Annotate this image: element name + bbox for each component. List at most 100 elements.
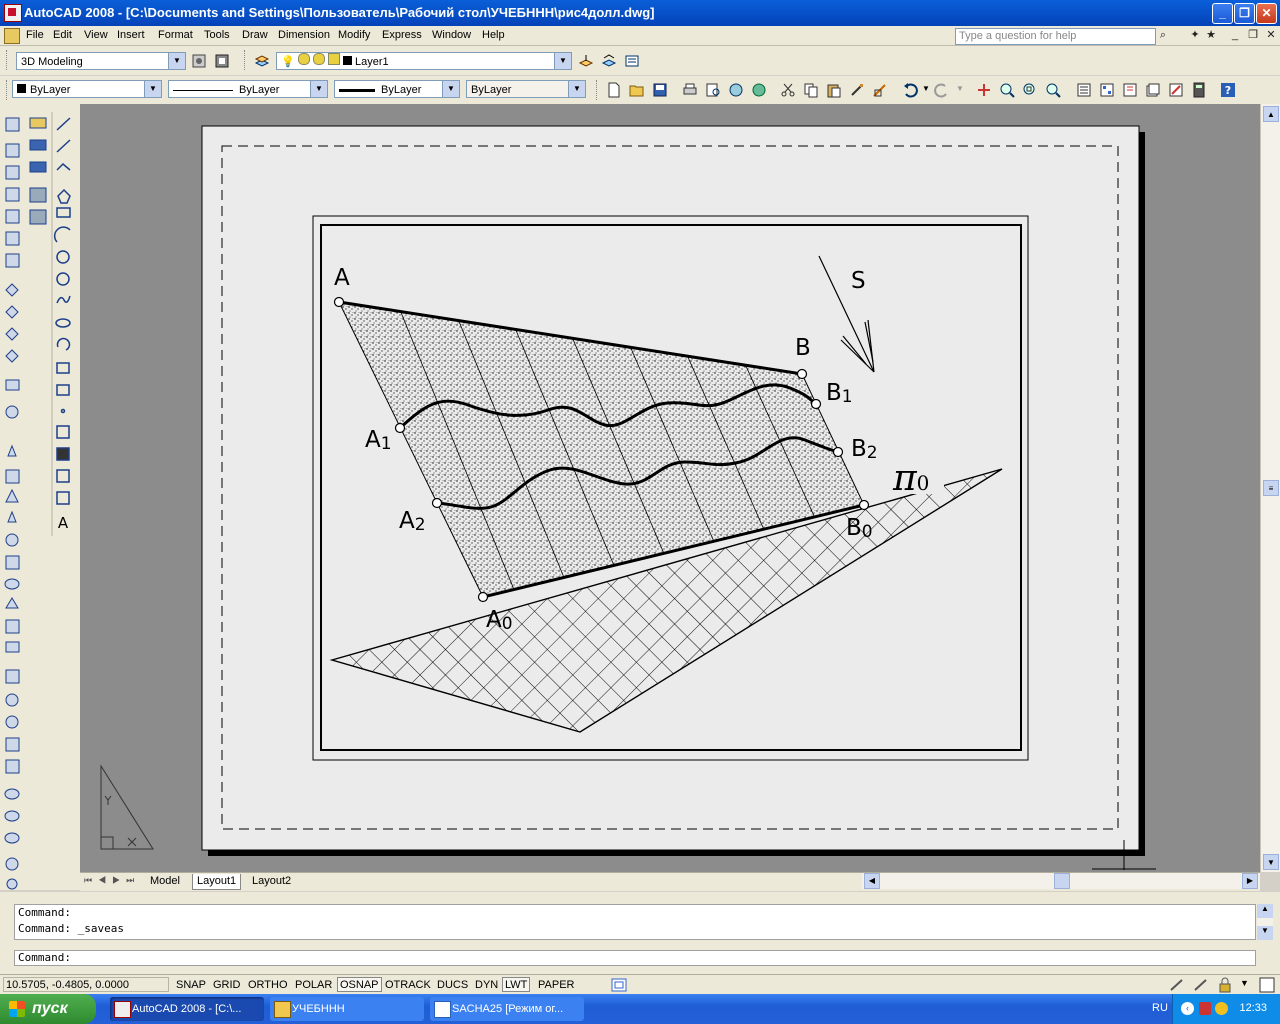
grid-toggle[interactable]: GRID [210, 977, 244, 992]
menu-help[interactable]: Help [482, 29, 505, 41]
tab-model[interactable]: Model [146, 874, 184, 889]
status-menu-chevron-icon[interactable]: ▼ [1240, 978, 1249, 988]
lineweight-control-select[interactable]: ByLayer ▼ [334, 80, 460, 98]
clock[interactable]: 12:33 [1239, 1002, 1267, 1014]
tab-nav-arrows-icon[interactable]: ⏮◀▶⏭ [84, 875, 140, 886]
security-alert-icon[interactable] [1215, 1002, 1228, 1015]
properties-icon[interactable] [1076, 82, 1092, 98]
tool-palettes-icon[interactable] [1122, 82, 1138, 98]
help-search-input[interactable]: Type a question for help [955, 28, 1156, 45]
drawing-area[interactable]: A B S A1 B1 A2 B2 A0 B0 π0 [80, 104, 1260, 872]
task-autocad[interactable]: AutoCAD 2008 - [C:\... [110, 997, 264, 1021]
autocad-app-icon[interactable] [4, 4, 22, 22]
vertical-scrollbar[interactable]: ▲ ≡ ▼ [1260, 104, 1280, 872]
minimize-button[interactable]: _ [1212, 3, 1233, 24]
paste-icon[interactable] [826, 82, 842, 98]
horizontal-scroll-thumb[interactable] [1054, 873, 1070, 889]
help-icon[interactable]: ? [1220, 82, 1236, 98]
workspace-select[interactable]: 3D Modeling ▼ [16, 52, 186, 70]
antivirus-icon[interactable] [1199, 1002, 1211, 1015]
ducs-toggle[interactable]: DUCS [434, 977, 471, 992]
menu-dimension[interactable]: Dimension [278, 29, 330, 41]
layer-properties-icon[interactable] [254, 53, 270, 69]
tab-layout1[interactable]: Layout1 [192, 874, 242, 890]
menu-view[interactable]: View [84, 29, 108, 41]
block-editor-icon[interactable] [872, 82, 888, 98]
communication-center-icon[interactable]: ✦ [1188, 28, 1202, 42]
annotation-scale-icon[interactable] [1168, 977, 1186, 993]
menu-file[interactable]: File [26, 29, 44, 41]
language-indicator[interactable]: RU [1152, 1002, 1168, 1014]
make-object-layer-current-icon[interactable] [578, 53, 594, 69]
workspace-icon[interactable] [214, 53, 230, 69]
otrack-toggle[interactable]: OTRACK [382, 977, 434, 992]
layer-previous-icon[interactable] [601, 53, 617, 69]
layer-select[interactable]: 💡 Layer1 ▼ [276, 52, 572, 70]
command-input[interactable]: Command: [14, 950, 1256, 966]
undo-dropdown-icon[interactable]: ▼ [922, 84, 930, 93]
menu-tools[interactable]: Tools [204, 29, 230, 41]
close-button[interactable]: ✕ [1256, 3, 1277, 24]
copy-icon[interactable] [803, 82, 819, 98]
menu-insert[interactable]: Insert [117, 29, 145, 41]
menu-window[interactable]: Window [432, 29, 471, 41]
quickcalc-icon[interactable] [1191, 82, 1207, 98]
tab-layout2[interactable]: Layout2 [248, 874, 295, 889]
layer-states-icon[interactable] [624, 53, 640, 69]
doc-minimize-icon[interactable]: _ [1228, 28, 1242, 42]
redo-icon[interactable] [934, 82, 950, 98]
command-scrollbar[interactable]: ▲ ▼ [1257, 904, 1273, 940]
lwt-toggle[interactable]: LWT [502, 977, 531, 992]
paper-toggle[interactable]: PAPER [535, 977, 577, 992]
redo-dropdown-icon[interactable]: ▼ [956, 84, 964, 93]
menu-express[interactable]: Express [382, 29, 422, 41]
toolbar-grip[interactable] [6, 50, 10, 70]
clean-screen-icon[interactable] [1258, 976, 1276, 994]
scroll-up-icon[interactable]: ▲ [1257, 904, 1273, 918]
sheet-set-manager-icon[interactable] [1145, 82, 1161, 98]
plot-preview-icon[interactable] [705, 82, 721, 98]
markup-set-manager-icon[interactable] [1168, 82, 1184, 98]
plot-icon[interactable] [682, 82, 698, 98]
save-icon[interactable] [652, 82, 668, 98]
scroll-right-icon[interactable]: ▶ [1242, 873, 1258, 889]
zoom-previous-icon[interactable] [1045, 82, 1061, 98]
undo-icon[interactable] [902, 82, 918, 98]
match-properties-icon[interactable] [849, 82, 865, 98]
document-icon[interactable] [4, 28, 20, 44]
menu-edit[interactable]: Edit [53, 29, 72, 41]
menu-format[interactable]: Format [158, 29, 193, 41]
scroll-left-icon[interactable]: ◀ [864, 873, 880, 889]
3d-dwf-icon[interactable] [751, 82, 767, 98]
maximize-viewport-icon[interactable] [610, 977, 630, 993]
design-center-icon[interactable] [1099, 82, 1115, 98]
snap-toggle[interactable]: SNAP [173, 977, 209, 992]
toolbar-grip[interactable] [244, 50, 248, 70]
horizontal-scrollbar[interactable]: ◀ ▶ [862, 873, 1260, 889]
menu-draw[interactable]: Draw [242, 29, 268, 41]
cut-icon[interactable] [780, 82, 796, 98]
doc-close-icon[interactable]: ✕ [1264, 28, 1278, 42]
task-folder[interactable]: УЧЕБННН [270, 997, 424, 1021]
plotstyle-control-select[interactable]: ByLayer ▼ [466, 80, 586, 98]
osnap-toggle[interactable]: OSNAP [337, 977, 382, 992]
dyn-toggle[interactable]: DYN [472, 977, 501, 992]
scroll-up-icon[interactable]: ▲ [1263, 106, 1279, 122]
menu-modify[interactable]: Modify [338, 29, 370, 41]
start-button[interactable]: пуск [0, 994, 96, 1024]
linetype-control-select[interactable]: ByLayer ▼ [168, 80, 328, 98]
favorites-icon[interactable]: ★ [1204, 28, 1218, 42]
zoom-window-icon[interactable] [1022, 82, 1038, 98]
restore-button[interactable]: ❐ [1234, 3, 1255, 24]
polar-toggle[interactable]: POLAR [292, 977, 335, 992]
toolbar-lock-icon[interactable] [1216, 977, 1234, 993]
coordinates-readout[interactable]: 10.5705, -0.4805, 0.0000 [3, 977, 169, 992]
vertical-scroll-thumb[interactable]: ≡ [1263, 480, 1279, 496]
toolbar-grip[interactable] [596, 80, 600, 100]
communication-center-status-icon[interactable] [1192, 977, 1210, 993]
tray-collapse-icon[interactable]: ‹ [1181, 1002, 1194, 1015]
publish-icon[interactable] [728, 82, 744, 98]
help-search-icon[interactable]: ⌕ [1156, 28, 1170, 42]
qnew-icon[interactable] [606, 82, 622, 98]
pan-realtime-icon[interactable] [976, 82, 992, 98]
